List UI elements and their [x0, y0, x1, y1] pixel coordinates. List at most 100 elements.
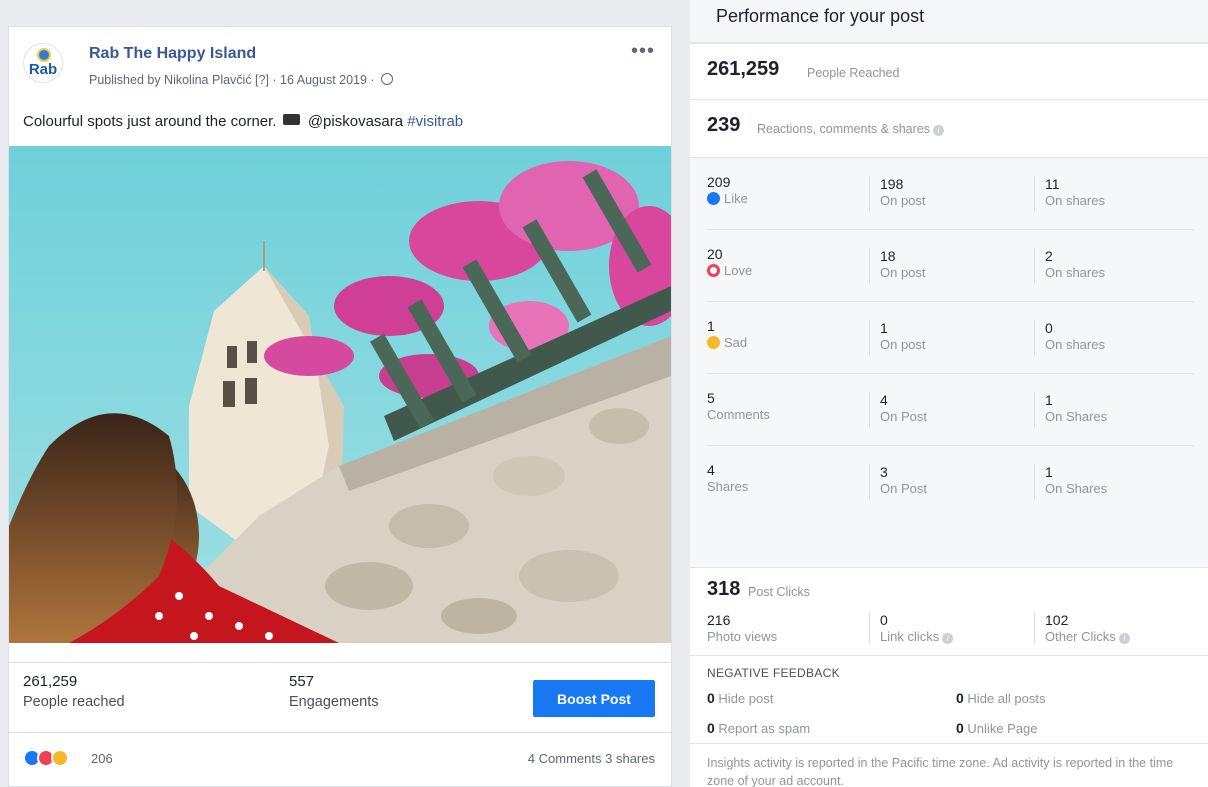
negative-feedback-title: NEGATIVE FEEDBACK	[707, 666, 840, 680]
comments-on-shares: 1	[1045, 392, 1053, 408]
page-name-link[interactable]: Rab The Happy Island	[89, 45, 256, 63]
like-on-post: 198	[880, 176, 904, 192]
post-clicks-total: 318	[707, 578, 741, 600]
timezone-footnote: Insights activity is reported in the Pac…	[707, 756, 1174, 787]
love-total-cell: 20 Love	[707, 246, 752, 278]
hide-all-posts-stat: 0 Hide all posts	[956, 690, 1046, 706]
love-on-post-cell: 18 On post	[869, 248, 926, 284]
comments-label: Comments	[707, 407, 770, 422]
post-header: Rab Rab The Happy Island Published by Ni…	[23, 41, 659, 91]
link-clicks-value: 0	[880, 612, 888, 628]
reaction-count[interactable]: 206	[91, 751, 113, 766]
performance-title: Performance for your post	[716, 6, 925, 26]
people-reached-stat[interactable]: 261,259 People reached	[23, 673, 125, 710]
like-on-shares-cell: 11 On shares	[1034, 176, 1105, 212]
other-clicks-label: Other Clicks	[1045, 629, 1116, 644]
sad-icon	[51, 749, 69, 767]
published-info: Published by Nikolina Plavčić [?] · 16 A…	[89, 73, 394, 87]
page-avatar[interactable]: Rab	[23, 43, 63, 83]
shares-on-shares-cell: 1 On Shares	[1034, 464, 1107, 500]
reactions-total: 239	[707, 114, 741, 136]
caption-hashtag[interactable]: #visitrab	[407, 113, 463, 130]
sad-total: 1	[707, 318, 715, 334]
avatar-logo-text: Rab	[28, 61, 58, 78]
performance-box: 261,259 People Reached 239 Reactions, co…	[690, 42, 1208, 787]
love-on-shares-label: On shares	[1045, 265, 1105, 280]
comments-total-cell: 5 Comments	[707, 390, 770, 422]
sad-on-shares: 0	[1045, 320, 1053, 336]
shares-on-post: 3	[880, 464, 888, 480]
sad-on-shares-cell: 0 On shares	[1034, 320, 1105, 356]
like-total: 209	[707, 174, 731, 190]
love-on-shares: 2	[1045, 248, 1053, 264]
comments-on-shares-cell: 1 On Shares	[1034, 392, 1107, 428]
unlike-page-stat: 0 Unlike Page	[956, 720, 1038, 736]
more-options-button[interactable]: •••	[631, 41, 655, 61]
info-icon[interactable]: i	[1118, 633, 1130, 644]
published-text: Published by Nikolina Plavčić [?] · 16 A…	[89, 73, 375, 87]
breakdown-row-love: 20 Love 18 On post 2 On shares	[707, 230, 1194, 302]
info-icon[interactable]: i	[942, 633, 954, 644]
other-clicks-label-wrap: Other Clicks i	[1045, 629, 1130, 644]
like-on-shares-label: On shares	[1045, 193, 1105, 208]
shares-total: 4	[707, 462, 715, 478]
like-label-wrap: Like	[707, 191, 748, 206]
breakdown-row-sad: 1 Sad 1 On post 0 On shares	[707, 302, 1194, 374]
like-total-cell: 209 Like	[707, 174, 748, 206]
people-reached-caption: People Reached	[807, 66, 900, 80]
performance-panel: Performance for your post 261,259 People…	[690, 0, 1208, 787]
like-on-shares: 11	[1045, 176, 1060, 192]
link-clicks-label: Link clicks	[880, 629, 940, 644]
post-caption: Colourful spots just around the corner. …	[23, 113, 463, 130]
info-icon[interactable]: i	[933, 125, 944, 136]
shares-link[interactable]: 3 shares	[605, 751, 655, 766]
shares-on-post-cell: 3 On Post	[869, 464, 927, 500]
sad-on-post: 1	[880, 320, 888, 336]
love-label-wrap: Love	[707, 263, 752, 278]
sad-label-wrap: Sad	[707, 335, 747, 350]
report-spam-stat: 0 Report as spam	[707, 720, 811, 736]
logo-globe-icon	[37, 48, 51, 62]
hide-post-stat: 0 Hide post	[707, 690, 774, 706]
love-total: 20	[707, 246, 723, 262]
love-on-shares-cell: 2 On shares	[1034, 248, 1105, 284]
like-icon	[707, 192, 720, 205]
comments-total: 5	[707, 390, 715, 406]
privacy-globe-icon[interactable]	[381, 73, 394, 85]
comments-shares: 4 Comments 3 shares	[528, 751, 655, 766]
shares-on-shares: 1	[1045, 464, 1053, 480]
people-reached-value: 261,259	[23, 673, 78, 690]
comments-on-post-cell: 4 On Post	[869, 392, 927, 428]
link-clicks-cell: 0 Link clicks i	[869, 612, 954, 644]
sad-icon	[707, 336, 720, 349]
comments-link[interactable]: 4 Comments	[528, 751, 602, 766]
reaction-icons[interactable]	[23, 749, 69, 767]
engagements-stat[interactable]: 557 Engagements	[289, 673, 378, 710]
reactions-breakdown: 209 Like 198 On post 11 On shares 20 Lov…	[690, 158, 1208, 568]
caption-mention[interactable]: @piskovasara	[308, 113, 403, 130]
sad-on-shares-label: On shares	[1045, 337, 1105, 352]
like-on-post-cell: 198 On post	[869, 176, 926, 212]
reactions-row: 206 4 Comments 3 shares	[9, 732, 671, 787]
reactions-total-row: 239 Reactions, comments & shares i	[690, 100, 1208, 158]
sad-on-post-cell: 1 On post	[869, 320, 926, 356]
sad-total-cell: 1 Sad	[707, 318, 747, 350]
reactions-caption: Reactions, comments & shares i	[757, 122, 944, 136]
boost-post-button[interactable]: Boost Post	[533, 680, 655, 717]
shares-on-shares-label: On Shares	[1045, 481, 1108, 496]
photo-views-cell: 216 Photo views	[707, 612, 777, 644]
post-stats-row: 261,259 People reached 557 Engagements B…	[9, 662, 671, 724]
people-reached-label: People reached	[23, 694, 125, 710]
love-on-post-label: On post	[880, 265, 926, 280]
post-photo[interactable]	[9, 146, 671, 643]
photo-views-value: 216	[707, 612, 731, 628]
sad-label: Sad	[724, 335, 748, 350]
sad-on-post-label: On post	[880, 337, 926, 352]
love-on-post: 18	[880, 248, 896, 264]
photo-views-label: Photo views	[707, 629, 778, 644]
other-clicks-value: 102	[1045, 612, 1069, 628]
people-reached-total: 261,259	[707, 58, 780, 80]
post-card: Rab Rab The Happy Island Published by Ni…	[8, 26, 672, 787]
breakdown-row-like: 209 Like 198 On post 11 On shares	[707, 158, 1194, 230]
people-reached-row: 261,259 People Reached	[690, 44, 1208, 100]
